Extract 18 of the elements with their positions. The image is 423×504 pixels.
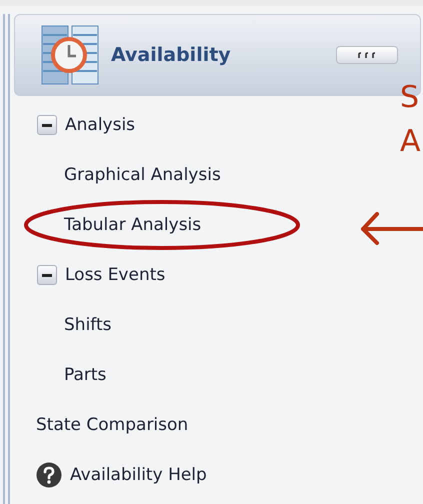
help-icon (36, 462, 62, 488)
tree-item[interactable]: Tabular Analysis (64, 215, 202, 235)
tree-item[interactable]: Shifts (64, 315, 112, 335)
help-link[interactable]: Availability Help (70, 465, 207, 485)
panel-title: Availability (111, 44, 232, 66)
collapse-toggle[interactable] (37, 265, 57, 285)
tree-item[interactable]: Parts (64, 365, 106, 385)
tree-item[interactable]: Graphical Analysis (64, 165, 221, 185)
calendar-clock-icon (41, 25, 99, 85)
grip-icon (358, 52, 376, 58)
tree-group-label[interactable]: Analysis (65, 115, 136, 135)
collapse-button[interactable] (336, 46, 398, 64)
annotation-letter: S (400, 82, 420, 114)
nav-link[interactable]: State Comparison (36, 415, 188, 435)
tree-group-label[interactable]: Loss Events (65, 265, 166, 285)
collapse-toggle[interactable] (37, 115, 57, 135)
annotation-letter: A (400, 126, 421, 158)
annotation-arrow (359, 211, 423, 247)
